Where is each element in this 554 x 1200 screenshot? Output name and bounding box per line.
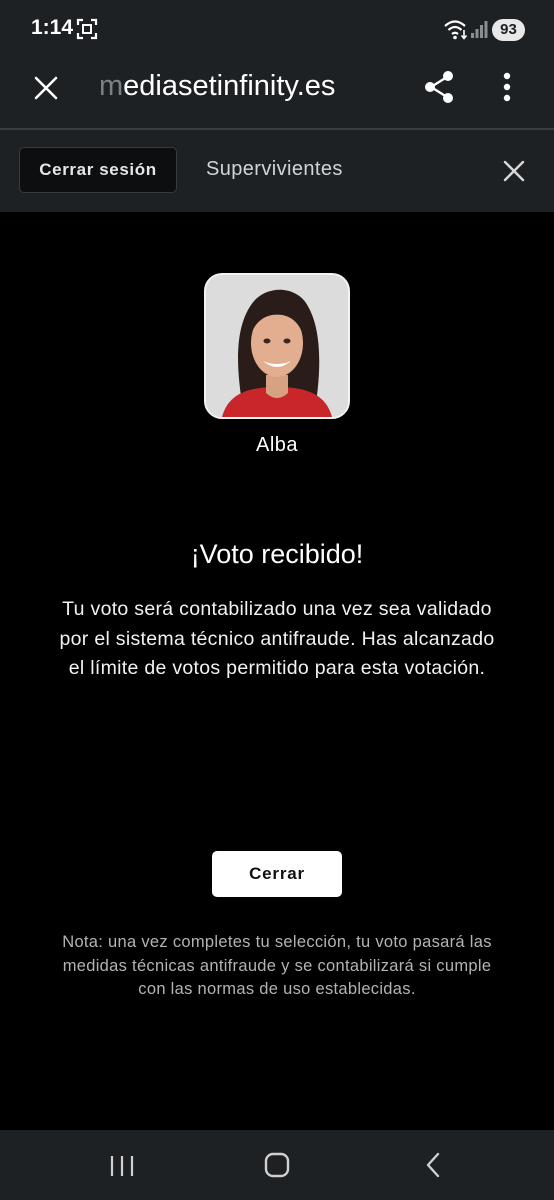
result-title: ¡Voto recibido! — [190, 539, 364, 569]
disclaimer-note: Nota: una vez completes tu selección, tu… — [62, 933, 492, 998]
more-vertical-icon[interactable] — [495, 69, 519, 105]
logout-button[interactable]: Cerrar sesión — [19, 147, 177, 193]
url-text[interactable]: mediasetinfinity.es — [99, 70, 335, 103]
status-time: 1:14 — [31, 16, 74, 39]
close-icon — [503, 160, 525, 182]
status-bar: 1:14 93 — [0, 0, 554, 58]
battery-indicator: 93 — [492, 19, 525, 41]
url-domain: ediasetinfinity.es — [123, 70, 336, 102]
recents-icon[interactable] — [109, 1154, 135, 1178]
browser-toolbar: mediasetinfinity.es — [0, 58, 554, 128]
back-icon[interactable] — [422, 1152, 444, 1178]
wifi-icon — [444, 20, 468, 40]
system-nav-bar — [0, 1130, 554, 1200]
header-title: Supervivientes — [206, 158, 343, 180]
screenshot-icon — [76, 18, 98, 40]
browser-close-button[interactable] — [30, 72, 62, 104]
close-icon — [34, 76, 58, 100]
header-close-button[interactable] — [499, 156, 529, 186]
home-icon[interactable] — [264, 1152, 290, 1178]
candidate-name: Alba — [255, 434, 299, 456]
share-icon[interactable] — [422, 69, 456, 105]
candidate-portrait-image — [206, 275, 348, 417]
close-button[interactable]: Cerrar — [212, 851, 342, 897]
url-faded-prefix: m — [99, 70, 124, 102]
result-message: Tu voto será contabilizado una vez sea v… — [59, 598, 495, 679]
signal-icon — [471, 21, 488, 38]
vote-confirmation-panel: Alba ¡Voto recibido! Tu voto será contab… — [0, 212, 554, 1130]
candidate-photo — [204, 273, 350, 419]
site-header: Cerrar sesión Supervivientes — [0, 130, 554, 212]
